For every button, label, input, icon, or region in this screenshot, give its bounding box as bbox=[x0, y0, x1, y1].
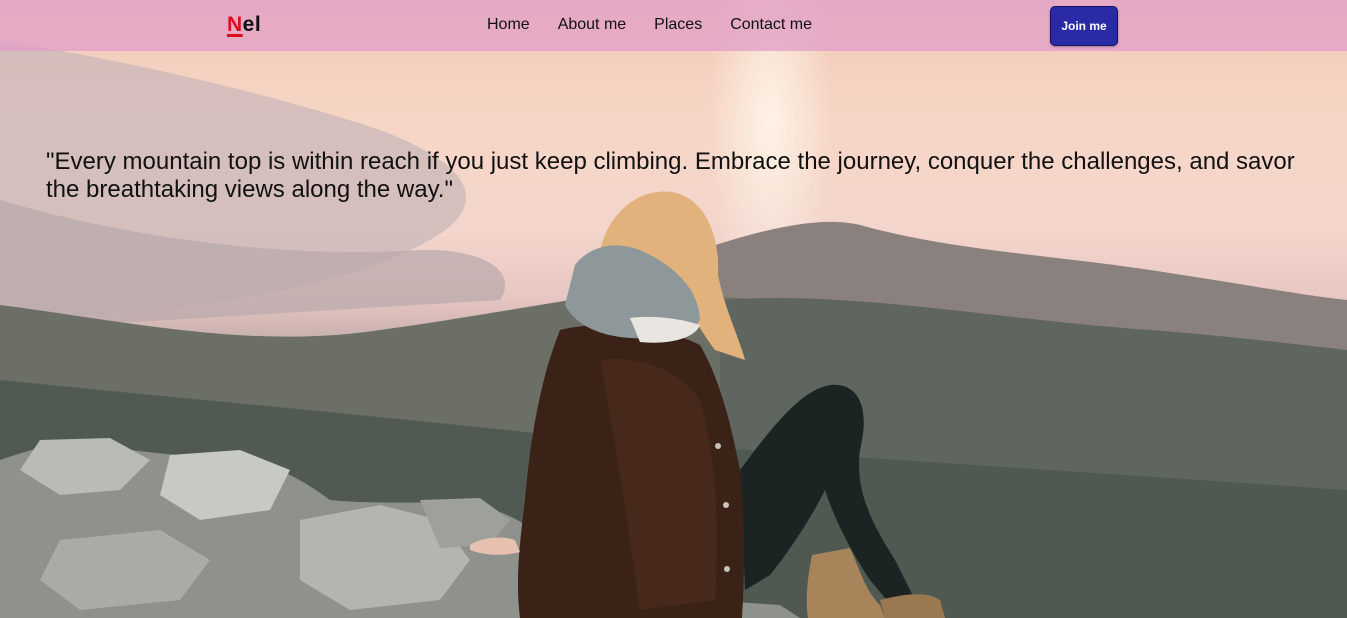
top-navbar: Nel Home About me Places Contact me Join… bbox=[0, 0, 1347, 51]
brand-logo[interactable]: Nel bbox=[227, 13, 261, 37]
brand-first-letter: N bbox=[227, 13, 243, 36]
brand-rest: el bbox=[242, 13, 262, 36]
nav-link-places[interactable]: Places bbox=[654, 16, 702, 34]
hero-quote: "Every mountain top is within reach if y… bbox=[46, 148, 1295, 203]
nav-link-contact-me[interactable]: Contact me bbox=[730, 16, 812, 34]
hero-background bbox=[0, 0, 1347, 618]
nav-link-about-me[interactable]: About me bbox=[558, 16, 626, 34]
mountain-scene-image bbox=[0, 40, 1347, 618]
join-me-button[interactable]: Join me bbox=[1050, 6, 1118, 46]
nav-link-home[interactable]: Home bbox=[487, 16, 530, 34]
nav-menu: Home About me Places Contact me bbox=[487, 16, 840, 34]
